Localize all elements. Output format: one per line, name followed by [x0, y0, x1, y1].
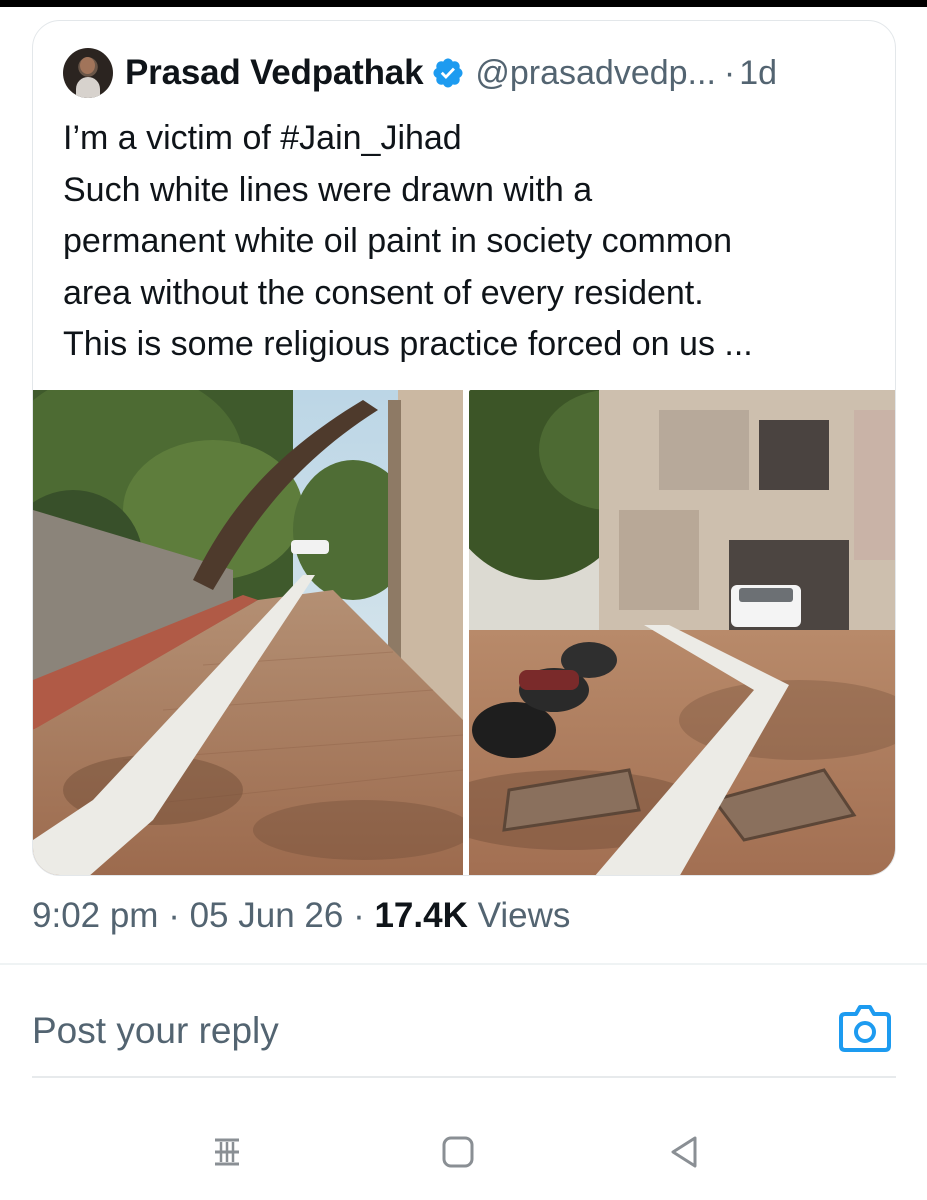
tweet-text-line: This is some religious practice forced o…	[63, 325, 753, 363]
views-count[interactable]: 17.4K	[374, 896, 467, 935]
tweet-text-line: Such white lines were drawn with a	[63, 170, 593, 209]
back-icon	[671, 1136, 697, 1168]
author-handle[interactable]: @prasadvedp...	[475, 54, 716, 93]
separator-dot: ·	[723, 53, 736, 92]
tweet-text-line: permanent white oil paint in society com…	[63, 222, 732, 260]
post-date: 05 Jun 26	[189, 896, 344, 935]
system-nav-bar	[0, 1100, 927, 1200]
photo-lane[interactable]	[33, 390, 463, 875]
camera-icon	[839, 1005, 891, 1052]
tweet-card[interactable]: Prasad Vedpathak @prasadvedp... · 1d I’m…	[32, 20, 896, 876]
post-age[interactable]: 1d	[739, 54, 777, 93]
top-bar	[0, 0, 927, 7]
author-name[interactable]: Prasad Vedpathak	[125, 53, 424, 93]
views-label[interactable]: Views	[478, 896, 571, 935]
recent-apps-icon	[215, 1138, 239, 1166]
divider	[0, 963, 927, 965]
avatar[interactable]	[63, 48, 113, 98]
separator-dot: ·	[353, 896, 365, 935]
verified-badge-icon	[433, 58, 463, 88]
tweet-header: Prasad Vedpathak @prasadvedp... · 1d	[63, 47, 777, 99]
divider	[32, 1076, 896, 1078]
tweet-text: I’m a victim of #Jain_Jihad Such white l…	[63, 113, 883, 371]
post-time: 9:02 pm	[32, 896, 159, 935]
post-meta: 9:02 pm · 05 Jun 26 · 17.4K Views	[32, 896, 570, 936]
camera-button[interactable]	[838, 1004, 892, 1054]
separator-dot: ·	[168, 896, 180, 935]
recent-apps-button[interactable]	[197, 1124, 257, 1180]
home-button[interactable]	[428, 1124, 488, 1180]
tweet-text-line: I’m a victim of #Jain_Jihad	[63, 119, 462, 157]
home-icon	[442, 1136, 474, 1168]
back-button[interactable]	[655, 1124, 715, 1180]
photo-courtyard[interactable]	[469, 390, 895, 875]
tweet-text-line: area without the consent of every reside…	[63, 273, 704, 312]
media-gallery	[33, 390, 895, 875]
reply-input[interactable]	[32, 1005, 792, 1057]
